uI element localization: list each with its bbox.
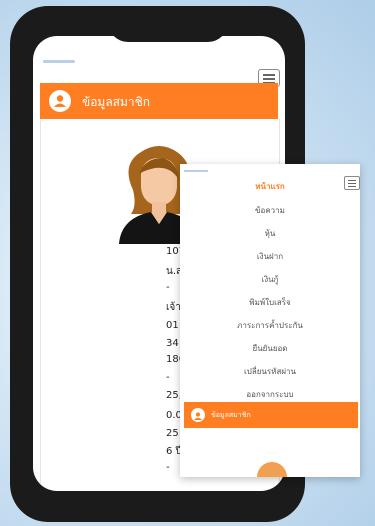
member-info-header: ข้อมูลสมาชิก <box>184 402 358 428</box>
menu-item-confirm-balance[interactable]: ยืนยันยอด <box>180 342 360 355</box>
field-value: - <box>166 462 170 473</box>
menu-item-logout[interactable]: ออกจากระบบ <box>180 388 360 401</box>
phone-notch <box>108 12 228 42</box>
member-info-header: ข้อมูลสมาชิก <box>40 83 278 119</box>
page-title: ข้อมูลสมาชิก <box>82 95 151 109</box>
user-avatar-icon <box>49 90 71 112</box>
user-avatar-icon <box>191 408 205 422</box>
menu-item-print-receipt[interactable]: พิมพ์ใบเสร็จ <box>180 296 360 309</box>
site-logo <box>184 170 208 172</box>
field-value: - <box>166 282 170 293</box>
member-photo <box>257 462 287 477</box>
menu-item-deposits[interactable]: เงินฝาก <box>180 250 360 263</box>
menu-item-loans[interactable]: เงินกู้ <box>180 273 360 286</box>
navigation-menu-panel: หน้าแรก ข้อความ หุ้น เงินฝาก เงินกู้ พิม… <box>180 164 360 477</box>
menu-item-home[interactable]: หน้าแรก <box>180 180 360 193</box>
field-value: - <box>166 372 170 383</box>
menu-item-guarantee[interactable]: ภาระการค้ำประกัน <box>180 319 360 332</box>
menu-item-messages[interactable]: ข้อความ <box>180 204 360 217</box>
menu-item-change-password[interactable]: เปลี่ยนรหัสผ่าน <box>180 365 360 378</box>
menu-item-shares[interactable]: หุ้น <box>180 227 360 240</box>
page-title: ข้อมูลสมาชิก <box>211 411 251 419</box>
site-logo <box>43 60 75 63</box>
